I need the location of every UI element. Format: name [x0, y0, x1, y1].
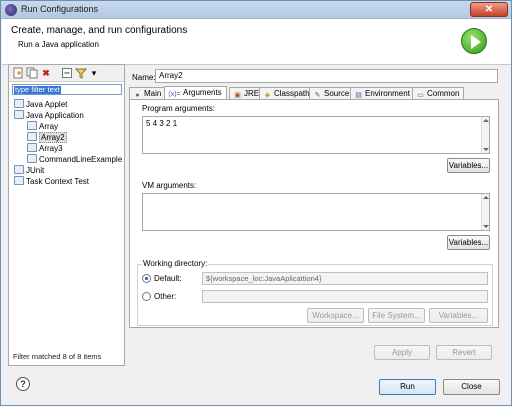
java-applet-icon — [14, 99, 24, 108]
tab-label: Main — [144, 89, 162, 98]
window-title: Run Configurations — [21, 4, 99, 14]
apply-button[interactable]: Apply — [374, 345, 430, 360]
tree-item-array[interactable]: Array — [27, 121, 58, 132]
close-button[interactable]: Close — [443, 379, 500, 395]
config-icon — [27, 154, 37, 163]
tab-label: Classpath — [274, 89, 310, 98]
other-radio[interactable] — [142, 292, 151, 301]
working-variables-button[interactable]: Variables... — [429, 308, 488, 323]
tree-item-label: Task Context Test — [26, 177, 89, 186]
program-arguments-value: 5 4 3 2 1 — [146, 119, 178, 128]
default-label: Default: — [154, 274, 182, 283]
tree-item-task-context-test[interactable]: Task Context Test — [14, 176, 89, 187]
tab-label: Environment — [365, 89, 410, 98]
file-system-button[interactable]: File System... — [368, 308, 425, 323]
config-icon — [27, 143, 37, 152]
config-icon — [27, 121, 37, 130]
tree-item-label: Array — [39, 122, 59, 131]
tree-item-java-application[interactable]: Java Application — [14, 110, 84, 121]
dialog-header: Create, manage, and run configurations R… — [2, 19, 511, 65]
header-subtitle: Run a Java application — [18, 40, 99, 49]
tree-item-label: Java Application — [26, 111, 84, 120]
new-config-icon[interactable] — [12, 67, 24, 79]
tree-item-label: Array2 — [39, 132, 67, 143]
tab-label: Common — [427, 89, 460, 98]
list-toolbar: ✖ ▾ — [9, 65, 124, 82]
other-label: Other: — [154, 292, 177, 301]
tree-item-array2[interactable]: Array2 — [27, 132, 67, 143]
scrollbar[interactable] — [481, 117, 489, 153]
close-window-button[interactable]: ✕ — [470, 2, 508, 17]
tab-strip: ● Main (x)= Arguments ▣ JRE ◈ Classpath ✎ Sou… — [129, 86, 499, 101]
configuration-editor: Name: Array2 ● Main (x)= Arguments ▣ JRE ◈ C… — [128, 64, 505, 374]
tree-item-commandlineexample[interactable]: CommandLineExample — [27, 154, 122, 165]
delete-icon[interactable]: ✖ — [40, 67, 52, 79]
scrollbar[interactable] — [481, 194, 489, 230]
name-label: Name: — [132, 73, 156, 82]
other-directory-field[interactable] — [202, 290, 488, 303]
filter-status: Filter matched 8 of 8 items — [13, 352, 102, 361]
tab-label: Source — [324, 89, 350, 98]
collapse-all-icon[interactable] — [61, 67, 73, 79]
java-application-icon — [14, 110, 24, 119]
filter-icon[interactable] — [74, 67, 88, 79]
run-icon — [461, 28, 487, 54]
arguments-tab-icon: (x)= — [168, 91, 181, 98]
run-button[interactable]: Run — [379, 379, 436, 395]
run-configurations-window: Run Configurations ✕ Create, manage, and… — [0, 0, 512, 406]
title-bar: Run Configurations ✕ — [1, 1, 511, 19]
program-arguments-label: Program arguments: — [142, 104, 215, 113]
vm-arguments-label: VM arguments: — [142, 181, 197, 190]
program-arguments-field[interactable]: 5 4 3 2 1 — [142, 116, 490, 154]
tab-label: Arguments — [183, 88, 222, 97]
filter-text: type filter text — [14, 85, 61, 94]
workspace-button[interactable]: Workspace... — [307, 308, 364, 323]
tree-item-label: JUnit — [26, 166, 45, 175]
tree-item-label: CommandLineExample — [39, 155, 123, 164]
configuration-list-pane: ✖ ▾ type filter text Java Applet Java Ap… — [8, 64, 125, 366]
name-field[interactable]: Array2 — [155, 69, 498, 83]
arguments-tab-panel: Program arguments: 5 4 3 2 1 Variables..… — [129, 99, 499, 328]
filter-input[interactable]: type filter text — [12, 84, 122, 95]
vm-variables-button[interactable]: Variables... — [447, 235, 490, 250]
junit-icon — [14, 176, 24, 185]
tab-label: JRE — [244, 89, 260, 98]
program-variables-button[interactable]: Variables... — [447, 158, 490, 173]
vm-arguments-field[interactable] — [142, 193, 490, 231]
chevron-down-icon[interactable]: ▾ — [88, 67, 100, 79]
default-radio[interactable] — [142, 274, 151, 283]
header-title: Create, manage, and run configurations — [11, 25, 188, 36]
tree-item-label: Array3 — [39, 144, 63, 153]
junit-icon — [14, 165, 24, 174]
default-directory-field: ${workspace_loc:JavaAplicattion4} — [202, 272, 488, 285]
duplicate-icon[interactable] — [26, 67, 38, 79]
help-icon[interactable]: ? — [16, 377, 30, 391]
config-icon — [27, 132, 37, 141]
working-directory-label: Working directory: — [142, 259, 209, 268]
tree-item-label: Java Applet — [26, 100, 68, 109]
tree-item-java-applet[interactable]: Java Applet — [14, 99, 67, 110]
tree-item-junit[interactable]: JUnit — [14, 165, 44, 176]
tree-item-array3[interactable]: Array3 — [27, 143, 63, 154]
eclipse-icon — [5, 4, 17, 16]
revert-button[interactable]: Revert — [436, 345, 492, 360]
